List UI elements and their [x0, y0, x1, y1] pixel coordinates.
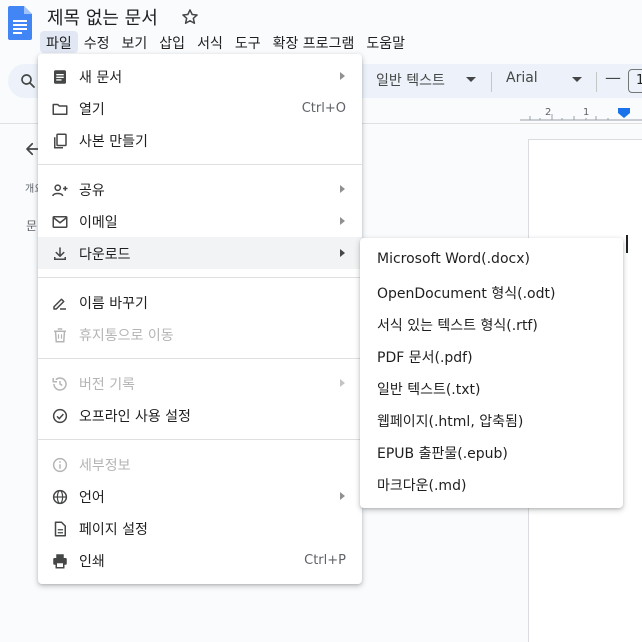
download-md[interactable]: 마크다운(.md) — [360, 468, 623, 500]
menu-item-print[interactable]: 인쇄 Ctrl+P — [38, 544, 362, 576]
paragraph-style-select[interactable]: 일반 텍스트 — [376, 70, 445, 90]
menu-view[interactable]: 보기 — [116, 31, 154, 53]
menu-item-download[interactable]: 다운로드 — [38, 237, 362, 269]
menu-item-label: 열기 — [79, 102, 105, 118]
menu-item-label: 페이지 설정 — [79, 522, 148, 538]
chevron-down-icon[interactable] — [466, 77, 476, 82]
download-pdf[interactable]: PDF 문서(.pdf) — [360, 340, 623, 372]
menu-item-details[interactable]: 세부정보 — [38, 448, 362, 480]
docs-logo-icon[interactable] — [8, 6, 32, 40]
download-docx[interactable]: Microsoft Word(.docx) — [360, 244, 623, 276]
history-icon — [52, 377, 67, 391]
decrease-font-size-button[interactable]: — — [605, 68, 621, 87]
menu-item-label: 이메일 — [79, 215, 118, 231]
download-txt[interactable]: 일반 텍스트(.txt) — [360, 372, 623, 404]
download-epub[interactable]: EPUB 출판물(.epub) — [360, 436, 623, 468]
outline-heading: 문 — [26, 219, 38, 233]
star-icon[interactable] — [180, 7, 200, 27]
person-add-icon — [52, 184, 68, 197]
submenu-arrow-icon — [340, 249, 345, 257]
menu-item-move-to-trash[interactable]: 휴지통으로 이동 — [38, 318, 362, 350]
ruler-number: 1 — [583, 107, 590, 118]
download-html[interactable]: 웹페이지(.html, 압축됨) — [360, 404, 623, 436]
download-rtf[interactable]: 서식 있는 텍스트 형식(.rtf) — [360, 308, 623, 340]
menu-item-email[interactable]: 이메일 — [38, 205, 362, 237]
chevron-down-icon[interactable] — [572, 77, 582, 82]
menu-item-label: 휴지통으로 이동 — [79, 328, 174, 344]
submenu-arrow-icon — [340, 492, 345, 500]
submenu-arrow-icon — [340, 72, 345, 80]
toolbar-divider — [491, 72, 492, 92]
offline-check-icon — [52, 408, 68, 424]
menu-item-label: 공유 — [79, 183, 105, 199]
menu-item-label: 다운로드 — [79, 247, 131, 263]
menu-item-language[interactable]: 언어 — [38, 480, 362, 512]
menu-item-make-copy[interactable]: 사본 만들기 — [38, 124, 362, 156]
download-submenu: Microsoft Word(.docx) OpenDocument 형식(.o… — [360, 238, 623, 508]
submenu-arrow-icon — [340, 217, 345, 225]
font-size-input[interactable]: 11 — [628, 69, 642, 93]
file-menu: 새 문서 열기 Ctrl+O 사본 만들기 공유 이메일 다운로드 이름 바꾸기… — [38, 54, 362, 584]
folder-icon — [52, 103, 68, 115]
menu-item-rename[interactable]: 이름 바꾸기 — [38, 286, 362, 318]
menu-bar: 파일 수정 보기 삽입 서식 도구 확장 프로그램 도움말 — [40, 31, 411, 53]
menu-divider — [38, 277, 362, 278]
document-icon — [54, 70, 66, 84]
font-select[interactable]: Arial — [506, 70, 538, 86]
menu-edit[interactable]: 수정 — [78, 31, 116, 53]
ruler-number: 2 — [545, 107, 552, 118]
menu-extensions[interactable]: 확장 프로그램 — [267, 31, 361, 53]
document-title[interactable]: 제목 없는 문서 — [47, 4, 158, 30]
keyboard-shortcut: Ctrl+O — [301, 101, 346, 116]
menu-item-label: 새 문서 — [79, 70, 123, 86]
page-icon — [54, 521, 66, 537]
menu-divider — [38, 164, 362, 165]
submenu-arrow-icon — [340, 379, 345, 387]
menu-tools[interactable]: 도구 — [229, 31, 267, 53]
edit-icon — [53, 298, 66, 310]
menu-item-label: 이름 바꾸기 — [79, 296, 148, 312]
outline-pane — [0, 124, 40, 642]
menu-item-label: 인쇄 — [79, 554, 105, 570]
trash-icon — [54, 328, 66, 343]
menu-item-open[interactable]: 열기 Ctrl+O — [38, 92, 362, 124]
menu-format[interactable]: 서식 — [191, 31, 229, 53]
menu-item-label: 오프라인 사용 설정 — [79, 409, 191, 425]
copy-icon — [54, 133, 67, 149]
menu-item-label: 세부정보 — [79, 458, 131, 474]
info-icon — [52, 457, 68, 473]
horizontal-ruler[interactable] — [360, 104, 642, 122]
menu-item-label: 버전 기록 — [79, 377, 135, 393]
menu-item-page-setup[interactable]: 페이지 설정 — [38, 512, 362, 544]
menu-item-label: 사본 만들기 — [79, 134, 148, 150]
print-icon — [53, 554, 67, 569]
menu-item-new-document[interactable]: 새 문서 — [38, 60, 362, 92]
toolbar-divider — [596, 72, 597, 92]
submenu-arrow-icon — [340, 185, 345, 193]
menu-insert[interactable]: 삽입 — [153, 31, 191, 53]
menu-divider — [38, 358, 362, 359]
menu-item-offline[interactable]: 오프라인 사용 설정 — [38, 399, 362, 431]
download-icon — [54, 247, 66, 260]
menu-item-label: 언어 — [79, 490, 105, 506]
download-odt[interactable]: OpenDocument 형식(.odt) — [360, 276, 623, 308]
keyboard-shortcut: Ctrl+P — [304, 553, 346, 568]
menu-help[interactable]: 도움말 — [360, 31, 411, 53]
menu-divider — [38, 439, 362, 440]
email-icon — [52, 216, 68, 228]
search-icon[interactable] — [19, 72, 37, 90]
menu-item-version-history[interactable]: 버전 기록 — [38, 367, 362, 399]
menu-file[interactable]: 파일 — [40, 31, 78, 53]
globe-icon — [52, 489, 68, 505]
menu-item-share[interactable]: 공유 — [38, 173, 362, 205]
text-cursor — [626, 235, 628, 253]
